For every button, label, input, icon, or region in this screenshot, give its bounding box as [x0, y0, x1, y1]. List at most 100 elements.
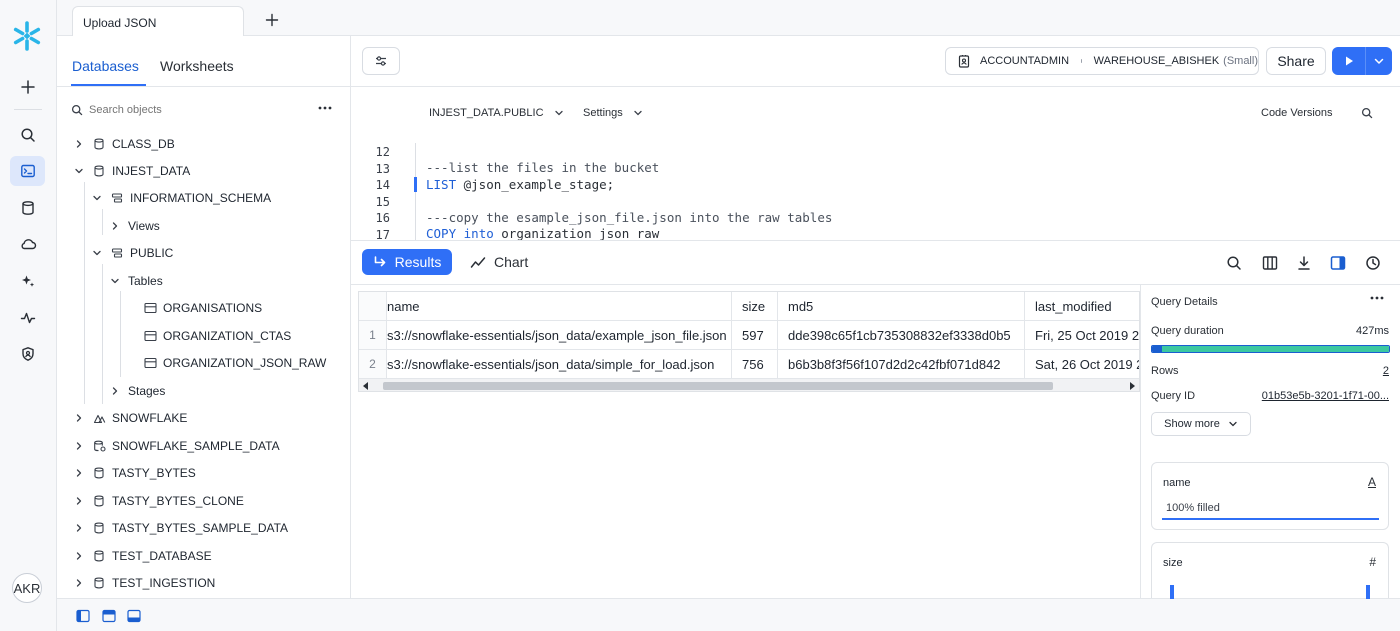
editor-results-divider[interactable]	[351, 240, 1400, 241]
return-arrow-icon	[374, 256, 385, 267]
chevron-right-icon[interactable]	[72, 576, 86, 590]
table-cell[interactable]: Fri, 25 Oct 2019 2	[1025, 321, 1139, 350]
tree-item-views[interactable]: Views	[108, 216, 160, 236]
role-warehouse-selector[interactable]: ACCOUNTADMIN WAREHOUSE_ABISHEK (Small)	[945, 47, 1259, 75]
columns-icon[interactable]	[1261, 254, 1279, 272]
user-avatar[interactable]: AKR	[12, 573, 42, 603]
download-icon[interactable]	[1295, 254, 1313, 272]
code-line-13[interactable]: ---list the files in the bucket	[426, 160, 659, 175]
chevron-right-icon[interactable]	[108, 219, 122, 233]
table-cell[interactable]: 597	[732, 321, 778, 350]
search-objects[interactable]	[71, 102, 291, 118]
toggle-left-panel-icon[interactable]	[76, 609, 90, 623]
tree-item-public[interactable]: PUBLIC	[90, 243, 173, 263]
tree-item-test-ingestion[interactable]: TEST_INGESTION	[72, 573, 215, 593]
tree-item-tasty-bytes-sample-data[interactable]: TASTY_BYTES_SAMPLE_DATA	[72, 518, 288, 538]
nav-data[interactable]	[10, 193, 45, 223]
nav-search[interactable]	[10, 120, 45, 150]
tab-results[interactable]: Results	[362, 249, 452, 275]
run-button[interactable]	[1332, 47, 1366, 75]
scroll-left-icon[interactable]	[363, 382, 369, 390]
show-more-button[interactable]: Show more	[1151, 412, 1251, 436]
tab-chart[interactable]: Chart	[470, 249, 528, 275]
column-stats-card-size[interactable]: size #	[1151, 542, 1389, 599]
nav-ai[interactable]	[10, 266, 45, 296]
tree-item-injest-data[interactable]: INJEST_DATA	[72, 161, 190, 181]
tree-item-snowflake[interactable]: SNOWFLAKE	[72, 408, 187, 428]
more-options-icon[interactable]	[315, 100, 335, 116]
tree-item-information-schema[interactable]: INFORMATION_SCHEMA	[90, 188, 271, 208]
query-id-value[interactable]: 01b53e5b-3201-1f71-00...	[1262, 390, 1389, 402]
tree-item-stages[interactable]: Stages	[108, 381, 165, 401]
database-icon	[92, 521, 106, 535]
table-cell[interactable]: Sat, 26 Oct 2019 2	[1025, 350, 1139, 379]
create-button[interactable]	[10, 72, 45, 102]
worksheet-tab-upload-json[interactable]: Upload JSON	[72, 6, 244, 36]
fill-indicator-bar	[1162, 518, 1379, 520]
code-line-16[interactable]: ---copy the esample_json_file.json into …	[426, 210, 832, 225]
more-options-icon[interactable]	[1370, 296, 1384, 300]
rows-value[interactable]: 2	[1383, 365, 1389, 377]
results-search-icon[interactable]	[1225, 254, 1243, 272]
tree-item-tasty-bytes[interactable]: TASTY_BYTES	[72, 463, 196, 483]
show-more-label: Show more	[1164, 418, 1220, 430]
column-header-name[interactable]: name	[387, 292, 732, 321]
code-line-17[interactable]: COPY into organization_json_raw	[426, 226, 659, 241]
tab-worksheets[interactable]: Worksheets	[160, 58, 234, 74]
database-schema-selector[interactable]: INJEST_DATA.PUBLIC	[429, 107, 564, 119]
chevron-right-icon[interactable]	[72, 521, 86, 535]
nav-cloud[interactable]	[10, 229, 45, 259]
chevron-right-icon[interactable]	[72, 137, 86, 151]
nav-admin[interactable]	[10, 339, 45, 369]
chevron-down-icon[interactable]	[108, 274, 122, 288]
tree-item-snowflake-sample-data[interactable]: SNOWFLAKE_SAMPLE_DATA	[72, 436, 280, 456]
chevron-right-icon[interactable]	[72, 549, 86, 563]
chevron-right-icon[interactable]	[72, 439, 86, 453]
tree-item-tables[interactable]: Tables	[108, 271, 163, 291]
scroll-right-icon[interactable]	[1129, 382, 1135, 390]
tree-item-organization-ctas[interactable]: ORGANIZATION_CTAS	[143, 326, 291, 346]
tree-item-organisations[interactable]: ORGANISATIONS	[143, 298, 262, 318]
nav-monitoring[interactable]	[10, 303, 45, 333]
table-icon	[143, 301, 157, 315]
filters-button[interactable]	[362, 47, 400, 75]
chevron-right-icon[interactable]	[72, 466, 86, 480]
nav-worksheets[interactable]	[10, 156, 45, 186]
toggle-details-panel-icon[interactable]	[1329, 254, 1347, 272]
table-cell[interactable]: b6b3b8f3f56f107d2d2c42fbf071d842	[778, 350, 1025, 379]
chevron-down-icon[interactable]	[72, 164, 86, 178]
horizontal-scrollbar[interactable]	[359, 378, 1139, 391]
toggle-editor-panel-icon[interactable]	[102, 609, 116, 623]
table-cell[interactable]: s3://snowflake-essentials/json_data/exam…	[387, 321, 732, 350]
add-tab-button[interactable]	[262, 10, 282, 30]
search-objects-input[interactable]	[89, 104, 289, 116]
database-icon	[92, 494, 106, 508]
tree-item-organization-json-raw[interactable]: ORGANIZATION_JSON_RAW	[143, 353, 326, 373]
tree-item-tasty-bytes-clone[interactable]: TASTY_BYTES_CLONE	[72, 491, 244, 511]
scrollbar-thumb[interactable]	[383, 382, 1053, 390]
chevron-down-icon[interactable]	[90, 191, 104, 205]
column-stats-card-name[interactable]: name A 100% filled	[1151, 462, 1389, 530]
chevron-right-icon[interactable]	[72, 494, 86, 508]
snowflake-logo-icon[interactable]	[11, 20, 43, 52]
toggle-results-panel-icon[interactable]	[127, 609, 141, 623]
run-options-button[interactable]	[1366, 47, 1392, 75]
chevron-right-icon[interactable]	[108, 384, 122, 398]
settings-menu[interactable]: Settings	[583, 107, 643, 119]
column-header-size[interactable]: size	[732, 292, 778, 321]
table-cell[interactable]: dde398c65f1cb735308832ef3338d0b5	[778, 321, 1025, 350]
tree-item-class-db[interactable]: CLASS_DB	[72, 134, 175, 154]
share-button[interactable]: Share	[1266, 47, 1326, 75]
table-cell[interactable]: s3://snowflake-essentials/json_data/simp…	[387, 350, 732, 379]
table-cell[interactable]: 756	[732, 350, 778, 379]
code-versions-link[interactable]: Code Versions	[1261, 107, 1333, 119]
chevron-right-icon[interactable]	[72, 411, 86, 425]
column-header-md5[interactable]: md5	[778, 292, 1025, 321]
editor-search-icon[interactable]	[1361, 107, 1373, 119]
chevron-down-icon[interactable]	[90, 246, 104, 260]
tree-item-test-database[interactable]: TEST_DATABASE	[72, 546, 212, 566]
column-header-last-modified[interactable]: last_modified	[1025, 292, 1139, 321]
tab-databases[interactable]: Databases	[72, 58, 139, 74]
history-clock-icon[interactable]	[1364, 254, 1382, 272]
code-line-14[interactable]: LIST @json_example_stage;	[426, 177, 614, 192]
